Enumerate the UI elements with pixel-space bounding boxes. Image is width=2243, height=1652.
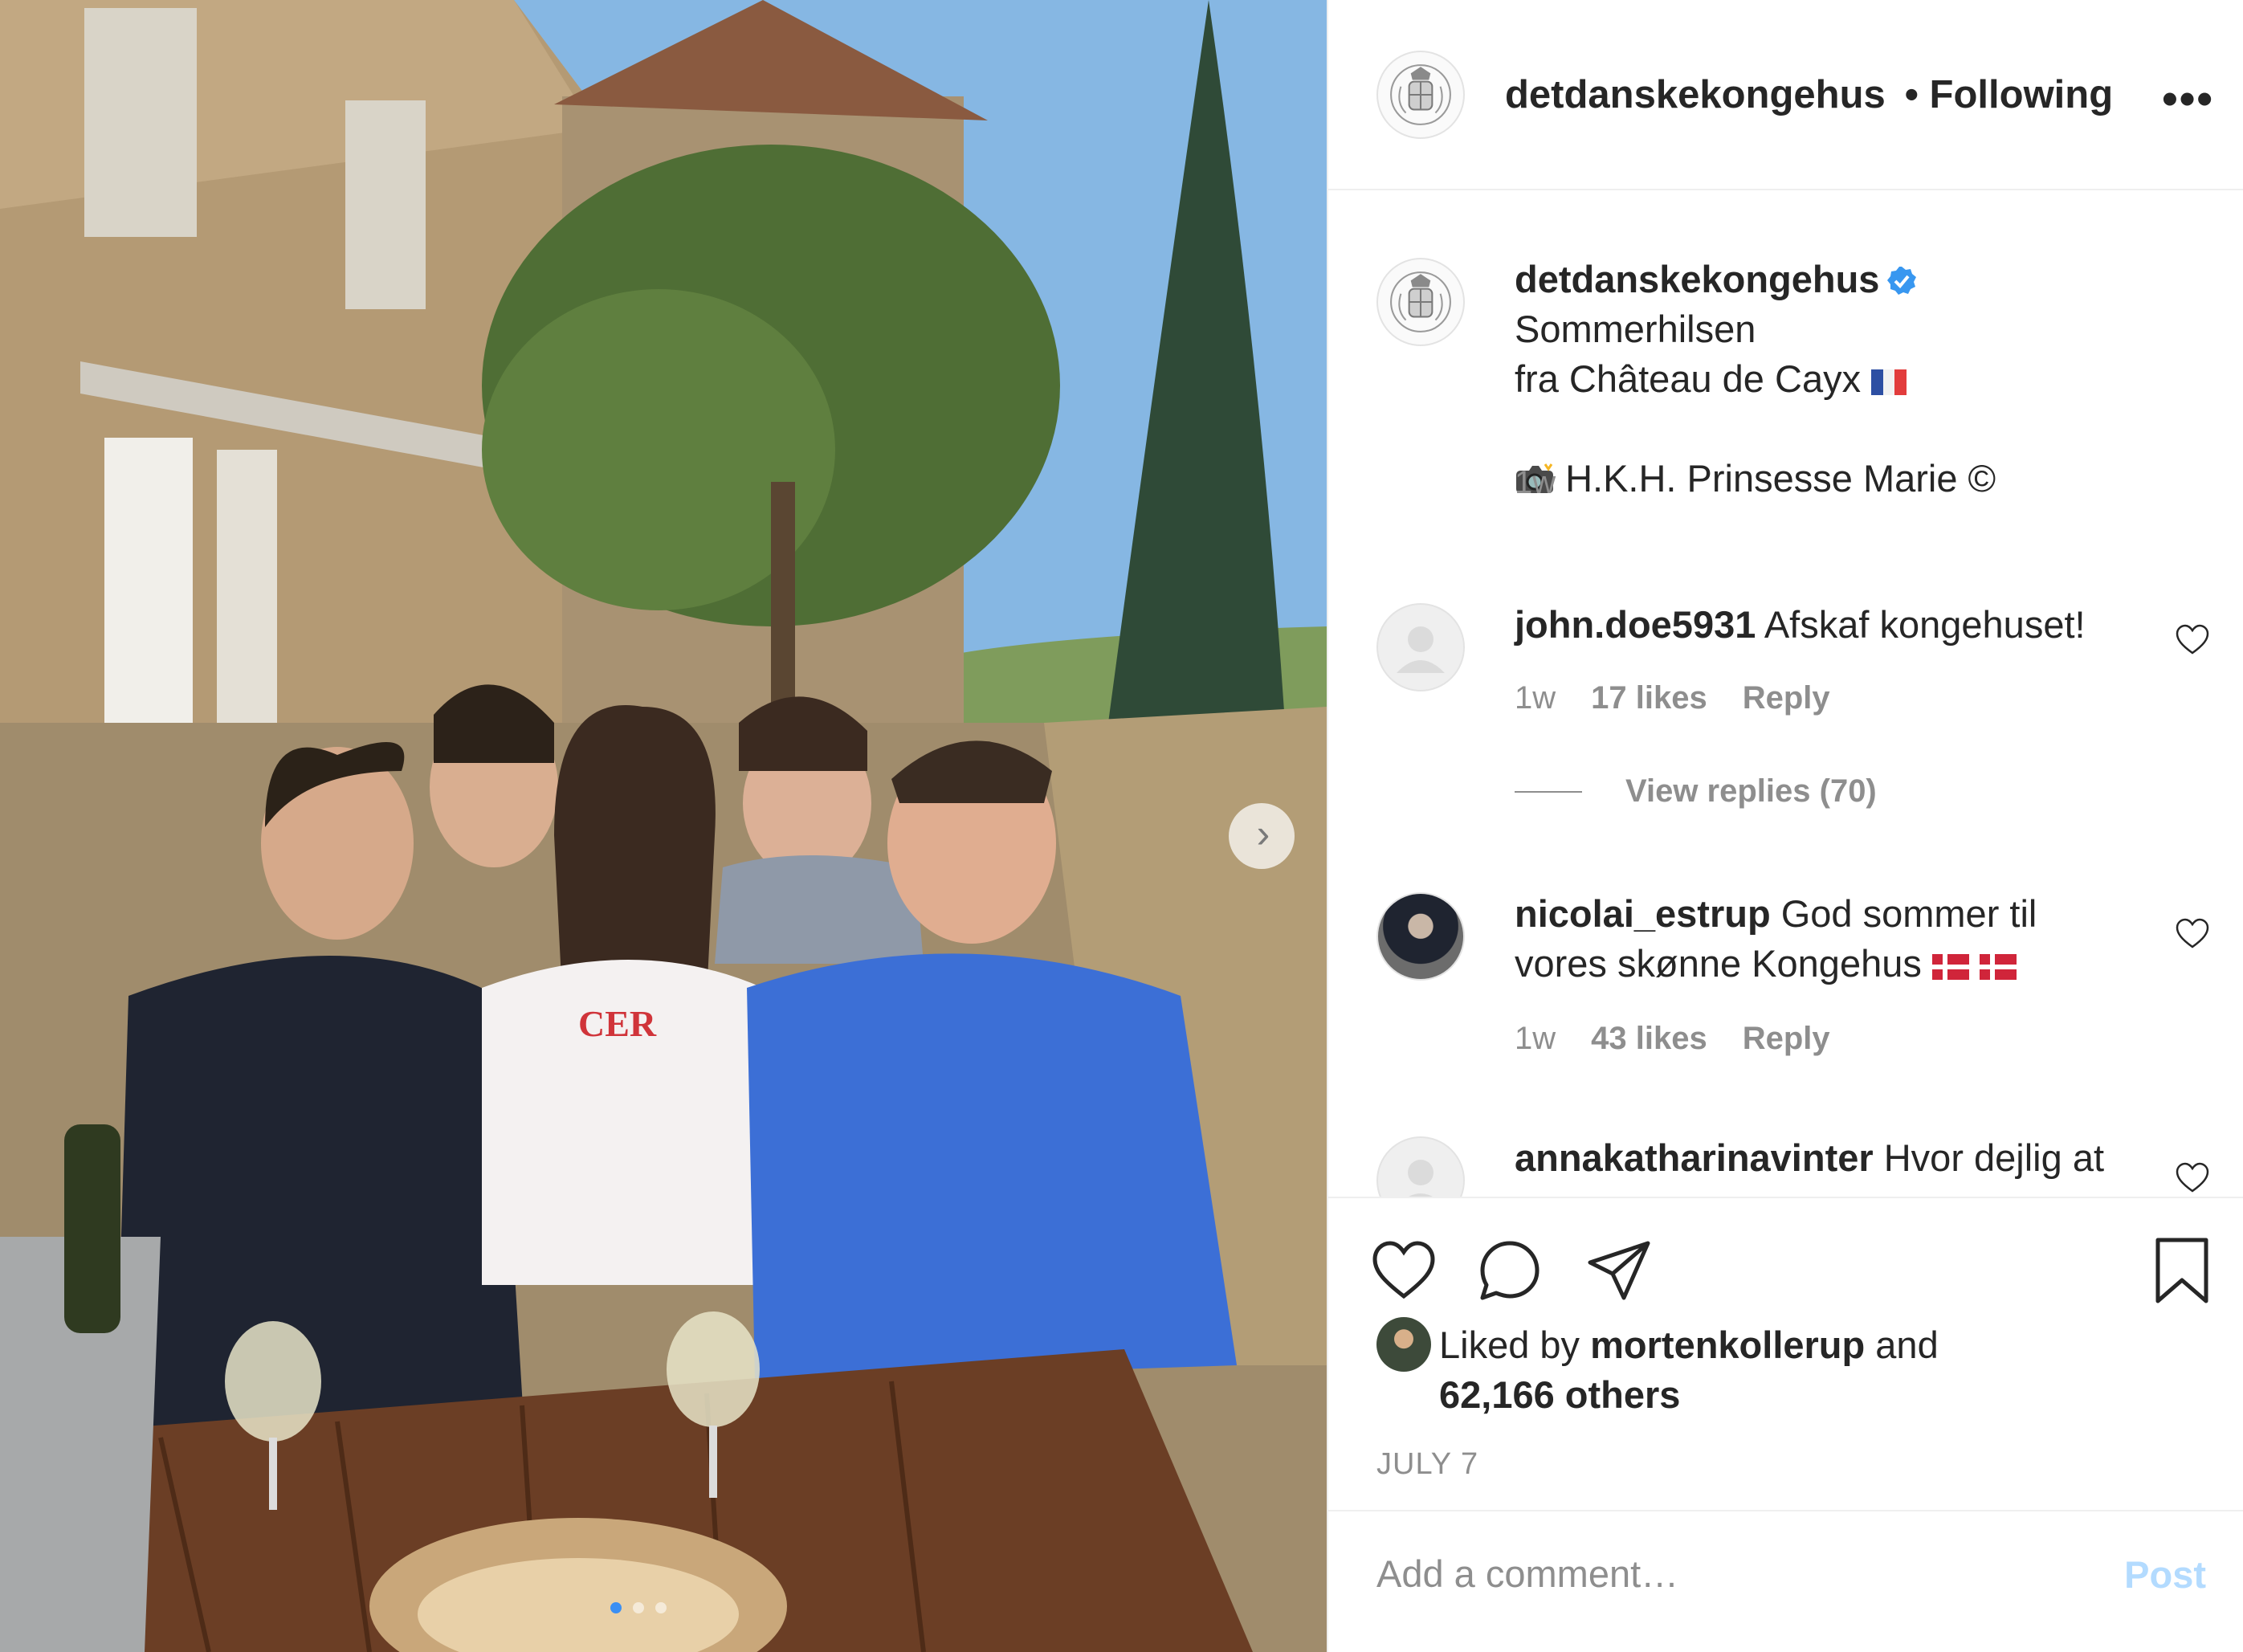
carousel-dot — [655, 1602, 667, 1613]
carousel-dot — [633, 1602, 644, 1613]
post-actions: Liked by mortenkollerup and 62,166 other… — [1328, 1197, 2243, 1510]
comment-time: 1w — [1515, 1021, 1556, 1056]
comment-text: annakatharinavinter Hvor dejlig at — [1515, 1133, 2163, 1183]
account-avatar[interactable] — [1376, 50, 1465, 139]
carousel-indicators — [610, 1602, 667, 1613]
bookmark-icon[interactable] — [2150, 1235, 2214, 1306]
comment-likes[interactable]: 43 likes — [1591, 1021, 1707, 1057]
chevron-right-icon: › — [1256, 811, 1270, 856]
royal-crest-icon — [1390, 63, 1451, 125]
post-side-panel: detdanskekongehus • Following ••• detdan… — [1327, 0, 2243, 1652]
comments-list[interactable]: detdanskekongehus Sommerhilsen fra Châtea… — [1328, 190, 2243, 1197]
more-options-icon[interactable]: ••• — [2162, 72, 2214, 124]
danish-flag-icon — [1979, 954, 2017, 980]
heart-icon[interactable] — [1368, 1235, 1439, 1306]
comment-time: 1w — [1515, 680, 1556, 716]
comment-likes[interactable]: 17 likes — [1591, 680, 1707, 716]
caption-line1: Sommerhilsen — [1515, 308, 1756, 350]
french-flag-icon — [1871, 369, 1907, 395]
caption-text: detdanskekongehus Sommerhilsen fra Châtea… — [1515, 255, 2163, 504]
caption-line2: fra Château de Cayx — [1515, 357, 1862, 400]
verified-badge-icon — [1887, 267, 1917, 295]
reply-button[interactable]: Reply — [1743, 680, 1830, 716]
reply-button[interactable]: Reply — [1743, 1021, 1830, 1057]
liked-by-summary: Liked by mortenkollerup and 62,166 other… — [1376, 1317, 1939, 1420]
post-comment-button[interactable]: Post — [2119, 1552, 2211, 1597]
carousel-dot — [610, 1602, 622, 1613]
caption-time: 1w — [1515, 465, 1556, 500]
comment-meta: 1w 17 likes Reply — [1515, 680, 1830, 716]
royal-crest-icon — [1390, 271, 1451, 332]
follow-status-button[interactable]: • Following — [1905, 72, 2113, 117]
liked-by-prefix: Liked by — [1439, 1324, 1580, 1366]
comment-meta: 1w 43 likes Reply — [1515, 1021, 1830, 1057]
add-comment-bar: Post — [1328, 1510, 2243, 1652]
account-username[interactable]: detdanskekongehus — [1505, 72, 1886, 117]
heart-outline-icon[interactable] — [2175, 1160, 2210, 1196]
next-photo-button[interactable]: › — [1229, 803, 1295, 869]
likes-count[interactable]: 62,166 others — [1439, 1373, 1680, 1416]
comment-input[interactable] — [1375, 1540, 2101, 1606]
commenter-avatar[interactable] — [1376, 892, 1465, 981]
heart-outline-icon[interactable] — [2175, 622, 2210, 658]
liker-avatar[interactable] — [1376, 1317, 1431, 1372]
comment-body: Hvor dejlig at — [1883, 1136, 2105, 1179]
comment-body-line1: God sommer til — [1780, 892, 2037, 935]
liked-by-text: Liked by mortenkollerup and 62,166 other… — [1439, 1320, 1939, 1420]
svg-text:CER: CER — [578, 1003, 657, 1044]
heart-outline-icon[interactable] — [2175, 916, 2210, 952]
view-replies-label: View replies (70) — [1625, 773, 1877, 809]
comment-username[interactable]: annakatharinavinter — [1515, 1136, 1874, 1179]
comment-text: john.doe5931 Afskaf kongehuset! — [1515, 600, 2163, 650]
comment-text: nicolai_estrup God sommer til vores skøn… — [1515, 889, 2163, 989]
person-silhouette-icon — [1408, 1160, 1433, 1197]
photo-illustration: CER — [0, 0, 1327, 1652]
comment-body: Afskaf kongehuset! — [1764, 603, 2086, 646]
default-avatar-icon[interactable] — [1376, 603, 1465, 691]
comment-username[interactable]: john.doe5931 — [1515, 603, 1756, 646]
photo-credit: H.K.H. Prinsesse Marie © — [1565, 457, 1996, 500]
post-photo[interactable]: CER › — [0, 0, 1327, 1652]
liked-by-and: and — [1875, 1324, 1939, 1366]
post-date[interactable]: JULY 7 — [1376, 1447, 1478, 1482]
comment-username[interactable]: nicolai_estrup — [1515, 892, 1771, 935]
default-avatar-icon[interactable] — [1376, 1136, 1465, 1197]
liker-username[interactable]: mortenkollerup — [1590, 1324, 1865, 1366]
comment-body-line2: vores skønne Kongehus — [1515, 942, 1922, 985]
comment-bubble-icon[interactable] — [1474, 1235, 1545, 1306]
caption-username[interactable]: detdanskekongehus — [1515, 258, 1879, 300]
danish-flag-icon — [1931, 954, 1969, 980]
post-header: detdanskekongehus • Following ••• — [1328, 0, 2243, 190]
account-avatar[interactable] — [1376, 258, 1465, 346]
view-replies-button[interactable]: View replies (70) — [1515, 773, 1877, 810]
instagram-post-view: CER › detdanskekongehus • Following ••• … — [0, 0, 2243, 1652]
caption-meta: 1w — [1515, 465, 1556, 501]
replies-divider — [1515, 790, 1582, 793]
person-silhouette-icon — [1397, 626, 1445, 673]
share-plane-icon[interactable] — [1584, 1235, 1654, 1306]
